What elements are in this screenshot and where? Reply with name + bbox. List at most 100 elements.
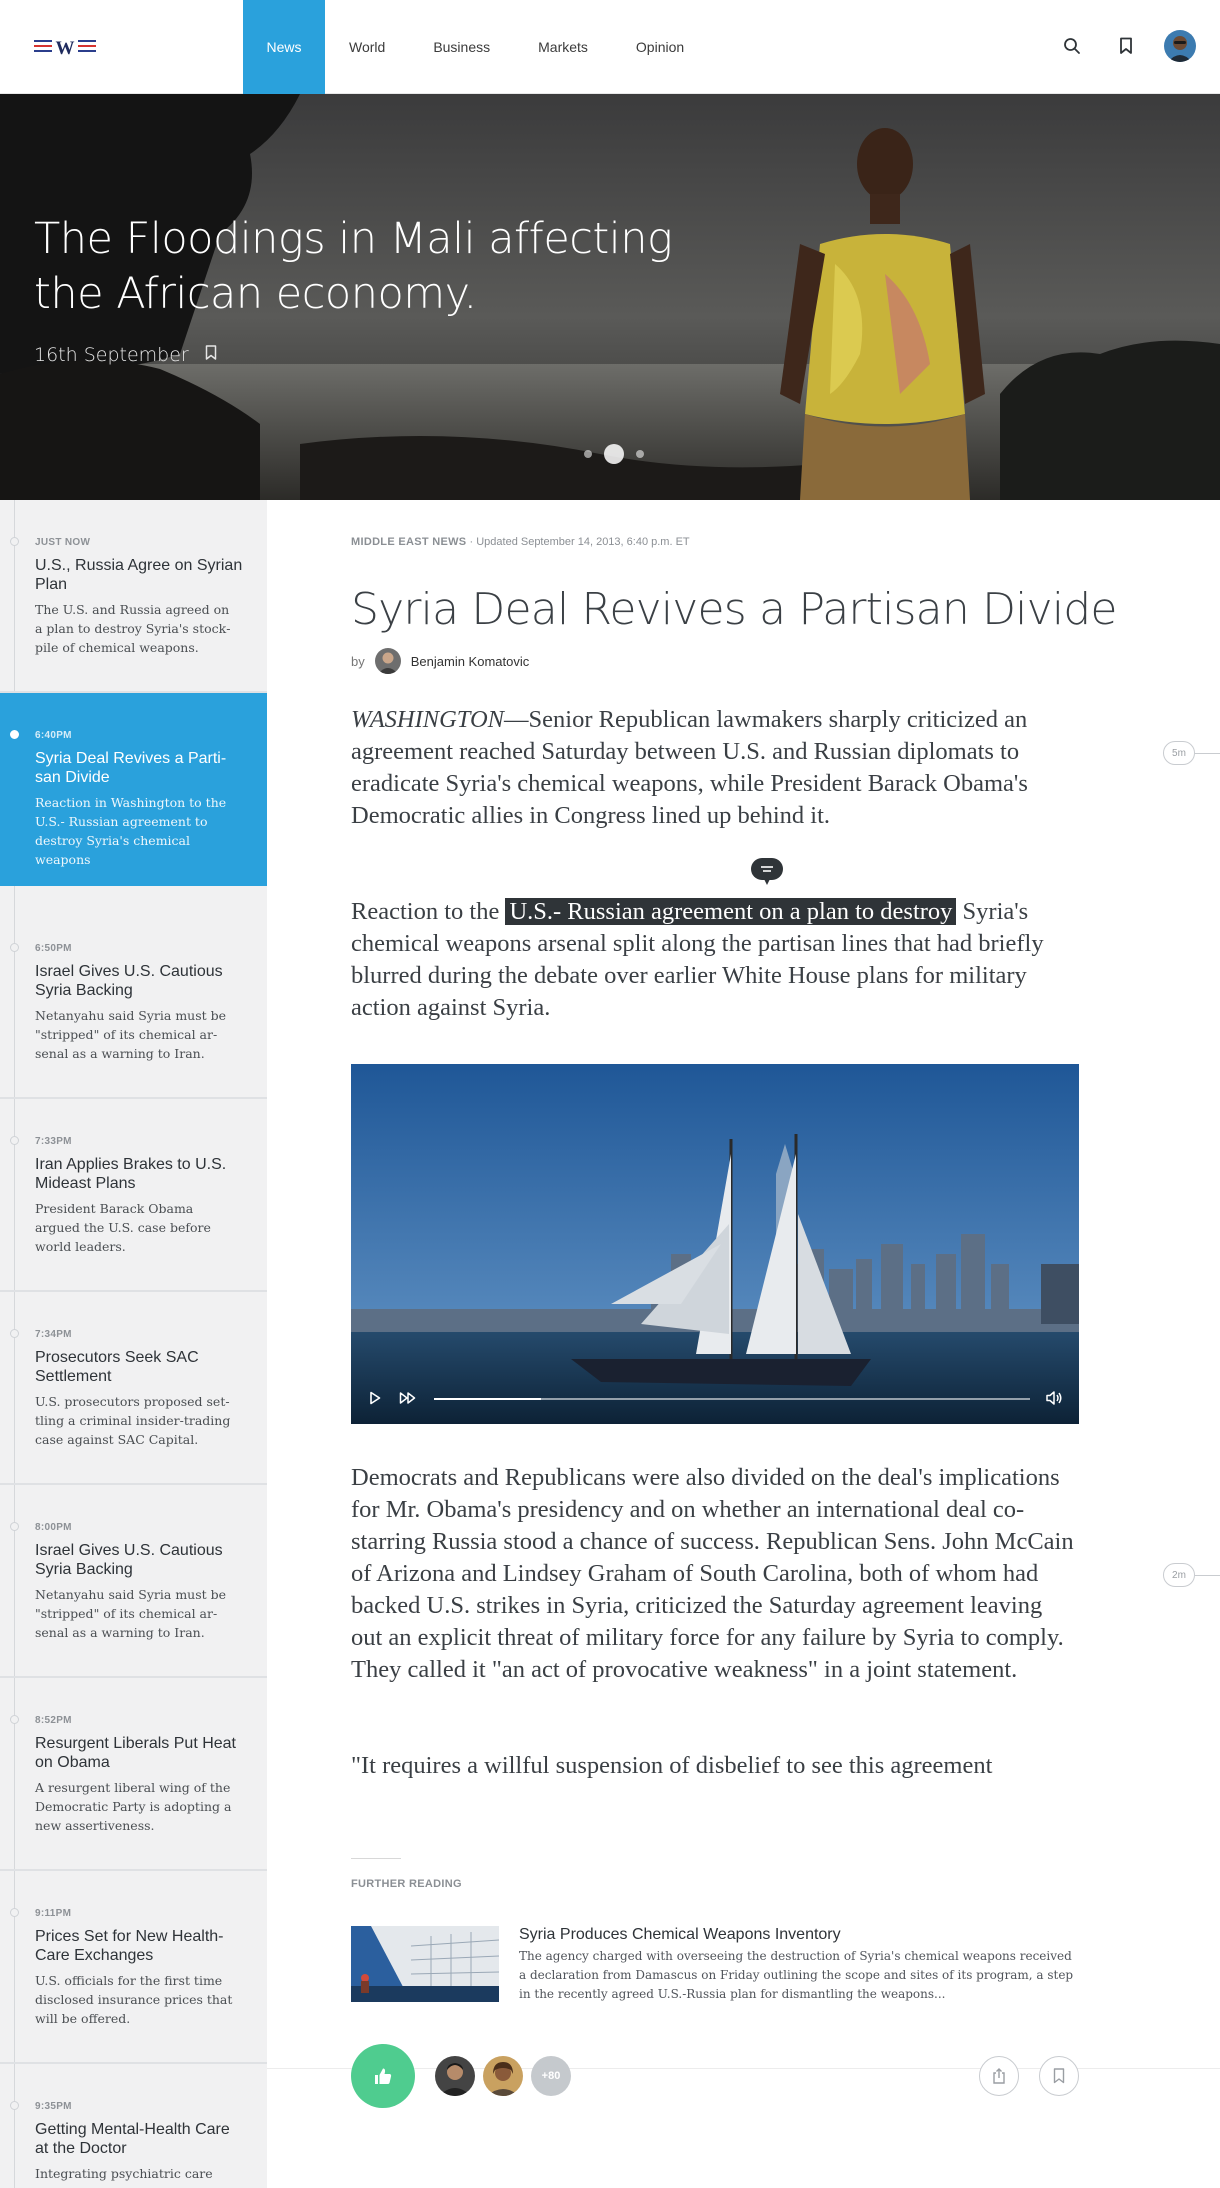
timeline-desc: U.S. prosecutors proposed set­tling a cr…: [35, 1394, 231, 1447]
share-icon: [993, 2068, 1005, 2084]
further-reading-title[interactable]: Syria Produces Chemical Weapons Inventor…: [519, 1926, 841, 1944]
nav-business[interactable]: Business: [409, 0, 514, 94]
timeline-title: U.S., Russia Agree on Syrian Plan: [35, 557, 243, 593]
bookmark-icon[interactable]: [1110, 30, 1142, 62]
timeline-title: Getting Mental-Health Care at the Doctor: [35, 2121, 230, 2157]
read-time-marker: 5m: [1163, 741, 1195, 765]
read-time-marker: 2m: [1163, 1563, 1195, 1587]
author-name[interactable]: Benjamin Komatovic: [411, 654, 530, 669]
timeline-item[interactable]: 7:33PM Iran Applies Brakes to U.S. Midea…: [0, 1099, 267, 1292]
user-avatar[interactable]: [1164, 30, 1196, 62]
play-icon[interactable]: [369, 1391, 381, 1410]
timeline-item[interactable]: 9:35PM Getting Mental-Health Care at the…: [0, 2064, 267, 2188]
fast-forward-icon[interactable]: [399, 1391, 417, 1410]
timeline-dot: [10, 1136, 19, 1145]
svg-text:W: W: [56, 38, 75, 58]
carousel-dots: [584, 444, 644, 464]
more-likers-count[interactable]: +80: [531, 2056, 571, 2096]
timeline-dot: [10, 1522, 19, 1531]
timeline-item[interactable]: JUST NOW U.S., Russia Agree on Syrian Pl…: [0, 500, 267, 693]
author-avatar[interactable]: [374, 648, 401, 674]
timeline-time: 8:00PM: [35, 1522, 72, 1533]
further-reading-desc: The agency charged with overseeing the d…: [519, 1949, 1074, 2001]
timeline-item-active[interactable]: 6:40PM Syria Deal Revives a Parti­san Di…: [0, 693, 267, 886]
timeline-dot: [10, 1715, 19, 1724]
carousel-dot-active[interactable]: [604, 444, 624, 464]
timeline-time: 8:52PM: [35, 1715, 72, 1726]
hero-bookmark-icon[interactable]: [205, 344, 217, 366]
hero-meta: 16th September: [34, 344, 217, 366]
bookmark-icon: [1053, 2068, 1065, 2084]
read-time-line: [1195, 753, 1220, 754]
hero-carousel[interactable]: The Floodings in Mali affecting the Afri…: [0, 94, 1220, 500]
divider: [351, 1858, 401, 1859]
comment-icon[interactable]: [751, 858, 783, 886]
timeline-dot: [10, 730, 19, 739]
article-section[interactable]: MIDDLE EAST NEWS: [351, 536, 466, 548]
hero-title[interactable]: The Floodings in Mali affecting the Afri…: [34, 212, 674, 322]
timeline-desc: President Barack Obama argued the U.S. c…: [35, 1201, 211, 1254]
timeline-time: 9:35PM: [35, 2101, 72, 2112]
highlighted-text[interactable]: U.S.- Russian agreement on a plan to des…: [505, 898, 957, 925]
timeline-title: Prosecutors Seek SAC Settlement: [35, 1349, 199, 1385]
liker-avatar[interactable]: [483, 2056, 523, 2096]
timeline-item[interactable]: 8:00PM Israel Gives U.S. Cautious Syria …: [0, 1485, 267, 1678]
dateline: WASHINGTON: [351, 706, 505, 733]
timeline-desc: U.S. officials for the first time disclo…: [35, 1973, 233, 2026]
video-controls: [351, 1374, 1079, 1424]
nav-world[interactable]: World: [325, 0, 409, 94]
save-article-button[interactable]: [1039, 2056, 1079, 2096]
timeline-title: Syria Deal Revives a Parti­san Divide: [35, 750, 227, 786]
nav-opinion[interactable]: Opinion: [612, 0, 708, 94]
nav-news[interactable]: News: [243, 0, 325, 94]
article-kicker: MIDDLE EAST NEWS · Updated September 14,…: [351, 536, 690, 548]
like-button[interactable]: [351, 2044, 415, 2108]
article-paragraph: Reaction to the U.S.- Russian agreement …: [351, 896, 1079, 1024]
likers-list: +80: [435, 2056, 571, 2096]
timeline-time: 6:40PM: [35, 730, 72, 741]
thumbs-up-icon: [375, 2068, 392, 2084]
carousel-dot[interactable]: [584, 450, 592, 458]
timeline-time: 7:34PM: [35, 1329, 72, 1340]
timeline-dot: [10, 2101, 19, 2110]
timeline-time: JUST NOW: [35, 537, 91, 548]
timeline-item[interactable]: 9:11PM Prices Set for New Health-Care Ex…: [0, 1871, 267, 2064]
timeline-item[interactable]: 6:50PM Israel Gives U.S. Cautious Syria …: [0, 906, 267, 1099]
timeline-title: Israel Gives U.S. Cautious Syria Backing: [35, 963, 223, 999]
timeline-dot: [10, 537, 19, 546]
paragraph-text: Reaction to the: [351, 898, 506, 925]
search-icon[interactable]: [1056, 30, 1088, 62]
byline-prefix: by: [351, 653, 365, 669]
volume-icon[interactable]: [1045, 1390, 1063, 1411]
timeline-desc: The U.S. and Russia agreed on a plan to …: [35, 602, 231, 655]
timeline-time: 9:11PM: [35, 1908, 72, 1919]
header-actions: [1056, 30, 1196, 62]
read-time-line: [1195, 1575, 1220, 1576]
timeline-dot: [10, 1908, 19, 1917]
hero-date: 16th September: [34, 344, 189, 366]
timeline-item[interactable]: 8:52PM Resurgent Liberals Put Heat on Ob…: [0, 1678, 267, 1871]
carousel-dot[interactable]: [636, 450, 644, 458]
share-button[interactable]: [979, 2056, 1019, 2096]
nav-markets[interactable]: Markets: [514, 0, 612, 94]
article-paragraph: "It requires a willful suspension of dis…: [351, 1752, 993, 1779]
timeline-item[interactable]: 7:34PM Prosecutors Seek SAC Settlement U…: [0, 1292, 267, 1485]
timeline-desc: Integrating psychiatric care: [35, 2166, 213, 2181]
article-paragraph: Democrats and Republicans were also divi…: [351, 1464, 1074, 1683]
video-progress-bar[interactable]: [434, 1398, 1030, 1400]
site-logo[interactable]: W: [34, 36, 98, 59]
liker-avatar[interactable]: [435, 2056, 475, 2096]
article-title: Syria Deal Revives a Partisan Divide: [351, 584, 1117, 635]
byline: by Benjamin Komatovic: [351, 648, 529, 674]
timeline-time: 6:50PM: [35, 943, 72, 954]
further-reading-card[interactable]: Syria Produces Chemical Weapons Inventor…: [351, 1926, 1079, 2004]
timeline-title: Prices Set for New Health-Care Exchanges: [35, 1928, 224, 1964]
video-player[interactable]: [351, 1064, 1079, 1424]
timeline-dot: [10, 943, 19, 952]
timeline-title: Iran Applies Brakes to U.S. Mideast Plan…: [35, 1156, 227, 1192]
further-reading-thumbnail[interactable]: [351, 1926, 499, 2002]
timeline-desc: A resurgent liberal wing of the Democrat…: [35, 1780, 232, 1833]
timeline-desc: Netanyahu said Syria must be "stripped" …: [35, 1008, 227, 1061]
timeline-desc: Reaction in Washington to the U.S.- Russ…: [35, 795, 227, 867]
further-reading-label: FURTHER READING: [351, 1878, 462, 1890]
